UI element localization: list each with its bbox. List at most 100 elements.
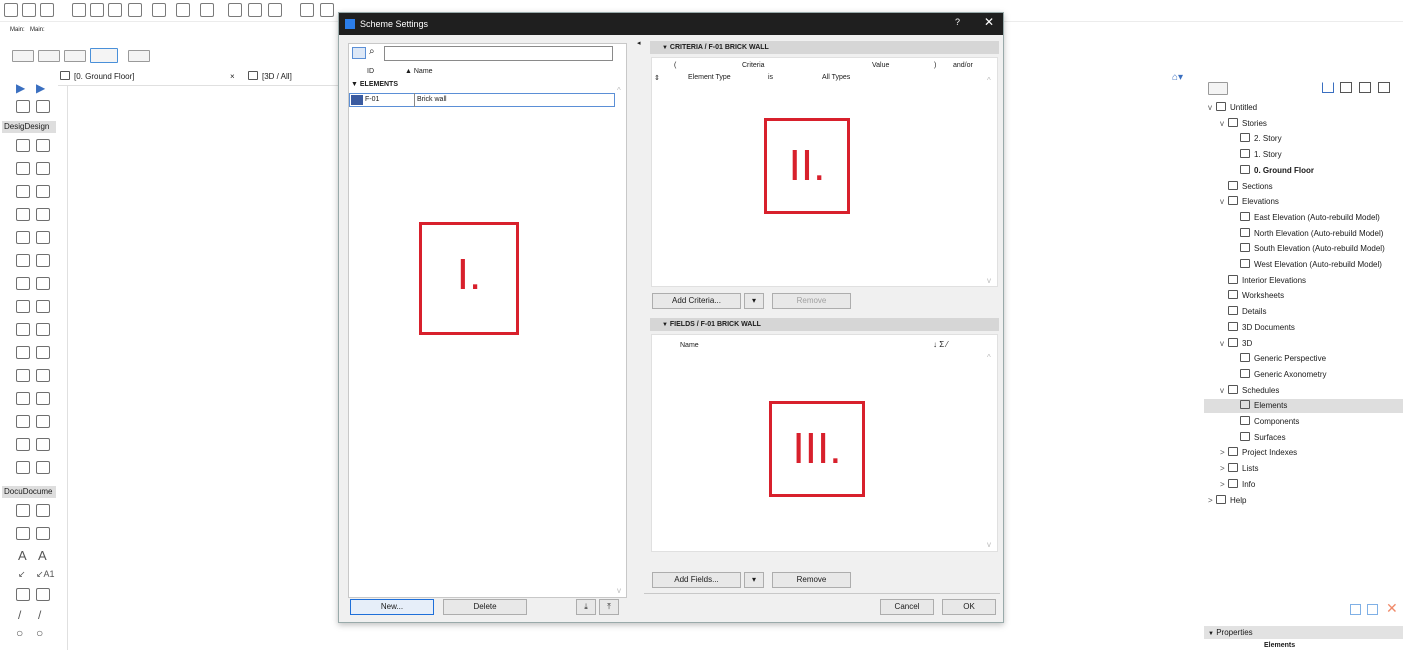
floor-plan-button[interactable] — [12, 50, 34, 62]
arc-tool-alt-icon[interactable]: ○ — [36, 626, 43, 640]
chevron-right-icon[interactable]: > — [1220, 446, 1228, 460]
list-item[interactable]: 0. Ground Floor — [1232, 164, 1314, 178]
chevron-down-icon[interactable]: v — [1220, 337, 1228, 351]
orbit-button[interactable] — [90, 48, 118, 63]
layer-icon[interactable] — [128, 3, 142, 17]
list-item[interactable]: North Elevation (Auto-rebuild Model) — [1232, 227, 1383, 241]
chevron-down-icon[interactable]: v — [1220, 195, 1228, 209]
chevron-down-icon[interactable]: v — [1208, 101, 1216, 115]
wall-tool-alt-icon[interactable] — [36, 139, 50, 152]
scroll-up-icon[interactable]: ^ — [987, 353, 991, 362]
beam-tool-icon[interactable] — [16, 185, 30, 198]
clone-item-icon[interactable] — [1367, 604, 1378, 615]
label-tool-alt[interactable]: ↙A1 — [36, 569, 55, 580]
wall-tool-icon[interactable] — [16, 139, 30, 152]
remove-criteria-button[interactable]: Remove — [772, 293, 851, 309]
list-item[interactable]: v Stories — [1220, 117, 1267, 131]
scroll-down-icon[interactable]: v — [987, 540, 991, 549]
railing-tool-alt-icon[interactable] — [36, 300, 50, 313]
pick-up-icon[interactable] — [72, 3, 86, 17]
object-tool-icon[interactable] — [16, 438, 30, 451]
guide-icon[interactable] — [176, 3, 190, 17]
list-item[interactable]: 2. Story — [1232, 132, 1282, 146]
col-and-or[interactable]: and/or — [953, 62, 973, 69]
properties-header[interactable]: ▼ Properties — [1204, 626, 1403, 639]
list-item[interactable]: F-01 Brick wall — [349, 93, 615, 107]
pointer-button[interactable] — [128, 50, 150, 62]
stair-tool-alt-icon[interactable] — [36, 277, 50, 290]
morph-tool-icon[interactable] — [16, 369, 30, 382]
delete-item-icon[interactable]: ✕ — [1386, 600, 1398, 617]
roof-tool-alt-icon[interactable] — [36, 323, 50, 336]
marquee-arrow-icon[interactable]: ▶ — [36, 82, 50, 95]
col-name[interactable]: ▲ Name — [405, 68, 433, 75]
scroll-down-icon[interactable]: v — [987, 276, 991, 285]
arc-tool-icon[interactable]: ○ — [16, 626, 23, 640]
beam-tool-alt-icon[interactable] — [36, 185, 50, 198]
chevron-down-icon[interactable]: v — [1220, 117, 1228, 131]
list-item[interactable]: West Elevation (Auto-rebuild Model) — [1232, 258, 1382, 272]
list-item[interactable]: 3D Documents — [1220, 321, 1295, 335]
list-item[interactable]: Generic Axonometry — [1232, 368, 1326, 382]
undo-icon[interactable] — [4, 3, 18, 17]
list-item[interactable]: South Elevation (Auto-rebuild Model) — [1232, 242, 1385, 256]
column-tool-icon[interactable] — [16, 162, 30, 175]
help-button[interactable]: ? — [955, 17, 960, 27]
fields-col-name[interactable]: Name — [680, 342, 699, 349]
curtain-wall-tool-alt-icon[interactable] — [36, 392, 50, 405]
list-item[interactable]: East Elevation (Auto-rebuild Model) — [1232, 211, 1380, 225]
import-button[interactable]: ⤓ — [576, 599, 596, 615]
zone-tool-icon[interactable] — [16, 461, 30, 474]
new-button[interactable]: New... — [350, 599, 434, 615]
list-item[interactable]: > Lists — [1220, 462, 1258, 476]
list-item[interactable]: 1. Story — [1232, 148, 1282, 162]
dimension-tool-icon[interactable] — [16, 504, 30, 517]
arrow-tool-icon[interactable]: ▶ — [16, 82, 30, 95]
chevron-down-icon[interactable]: v — [1220, 384, 1228, 398]
col-open-paren[interactable]: ( — [674, 62, 676, 69]
criteria-operator[interactable]: is — [768, 74, 773, 81]
chevron-right-icon[interactable]: > — [1220, 462, 1228, 476]
list-item[interactable]: > Help — [1208, 494, 1246, 508]
remove-fields-button[interactable]: Remove — [772, 572, 851, 588]
layout-book-icon[interactable] — [1359, 82, 1371, 93]
list-item[interactable]: Generic Perspective — [1232, 352, 1326, 366]
line-tool-alt-icon[interactable]: / — [38, 608, 41, 622]
col-value[interactable]: Value — [872, 62, 889, 69]
sort-sum-icons[interactable]: ↓ Σ ⁄ — [933, 340, 948, 349]
tab-ground-floor[interactable]: [0. Ground Floor] × — [60, 70, 238, 84]
marquee-alt-icon[interactable] — [36, 100, 50, 113]
door-tool-icon[interactable] — [16, 208, 30, 221]
label-tool-icon[interactable]: ↙ — [18, 569, 26, 580]
navigator-options-button[interactable] — [1208, 82, 1228, 95]
window-tool-alt-icon[interactable] — [36, 231, 50, 244]
list-item[interactable]: v Elevations — [1220, 195, 1279, 209]
col-close-paren[interactable]: ) — [934, 62, 936, 69]
list-item[interactable]: > Info — [1220, 478, 1255, 492]
list-item[interactable]: v 3D — [1220, 337, 1252, 351]
publisher-sets-icon[interactable] — [1378, 82, 1390, 93]
list-item[interactable]: Elements — [1204, 399, 1403, 414]
zone-tool-alt-icon[interactable] — [36, 461, 50, 474]
list-item[interactable]: Sections — [1220, 180, 1273, 194]
redo-all-icon[interactable] — [40, 3, 54, 17]
column-tool-alt-icon[interactable] — [36, 162, 50, 175]
magic-wand-icon[interactable] — [108, 3, 122, 17]
delete-button[interactable]: Delete — [443, 599, 527, 615]
cancel-button[interactable]: Cancel — [880, 599, 934, 615]
fill-tool-alt-icon[interactable] — [36, 588, 50, 601]
export-button[interactable]: ⤒ — [599, 599, 619, 615]
roof-tool-icon[interactable] — [16, 323, 30, 336]
marquee-tool-icon[interactable] — [16, 100, 30, 113]
snap-icon[interactable] — [152, 3, 166, 17]
add-criteria-dropdown[interactable]: ▾ — [744, 293, 764, 309]
fill-tool-icon[interactable] — [16, 588, 30, 601]
display-icon[interactable] — [268, 3, 282, 17]
drag-handle-icon[interactable]: ⇕ — [654, 74, 660, 82]
list-item[interactable]: > Project Indexes — [1220, 446, 1297, 460]
dimension-tool-alt-icon[interactable] — [36, 504, 50, 517]
ok-button[interactable]: OK — [942, 599, 996, 615]
grid-icon[interactable] — [200, 3, 214, 17]
view-map-icon[interactable] — [1340, 82, 1352, 93]
door-tool-alt-icon[interactable] — [36, 208, 50, 221]
